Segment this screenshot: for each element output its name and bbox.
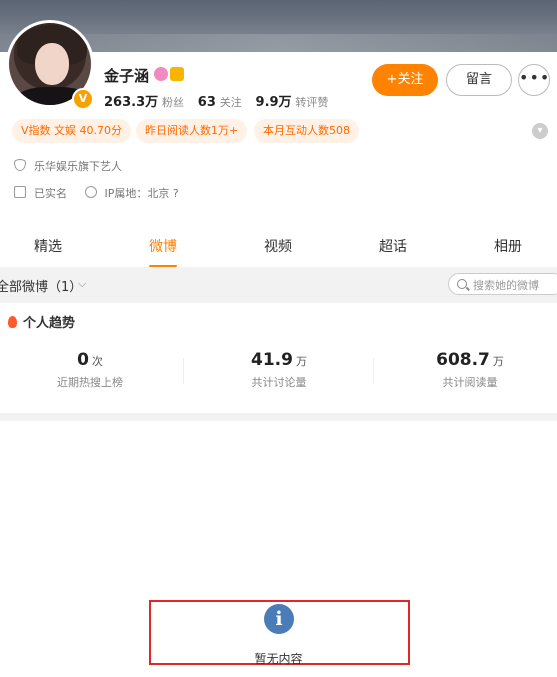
fire-icon	[8, 316, 17, 328]
follow-button[interactable]: +关注	[372, 64, 438, 96]
stat-reads: 608.7 万 共计阅读量	[415, 350, 525, 390]
feed-filter-bar: 全部微博（1） ⌵ 搜索她的微博	[0, 267, 557, 303]
profile-name: 金子涵	[104, 67, 150, 85]
divider	[183, 358, 184, 384]
tab-video[interactable]: 视频	[264, 229, 292, 267]
tag-v-index[interactable]: V指数 文娱 40.70分	[12, 119, 132, 143]
likes-count: 9.9万	[255, 95, 292, 110]
chevron-down-icon[interactable]: ▾	[532, 123, 548, 139]
stat-value: 608.7	[436, 350, 490, 370]
tab-featured[interactable]: 精选	[34, 229, 62, 267]
more-options-button[interactable]: •••	[518, 64, 550, 96]
following-count[interactable]: 63	[198, 95, 216, 110]
identity-info: 已实名 IP属地：北京 ?	[14, 185, 179, 201]
trend-title-text: 个人趋势	[23, 316, 76, 331]
all-weibo-filter[interactable]: 全部微博（1）	[0, 276, 82, 295]
stat-unit: 万	[295, 355, 307, 368]
search-icon	[457, 279, 467, 289]
crown-icon[interactable]	[170, 67, 184, 81]
empty-state-message: 暂无内容	[254, 652, 303, 666]
stat-value: 41.9	[251, 350, 293, 370]
stat-hot-search: 0次 近期热搜上榜	[40, 350, 140, 390]
stat-discussions: 41.9 万 共计讨论量	[229, 350, 329, 390]
trend-title: 个人趋势	[8, 312, 75, 331]
tag-daily-readers[interactable]: 昨日阅读人数1万+	[136, 119, 248, 143]
tab-album[interactable]: 相册	[494, 229, 522, 267]
stat-value: 0	[77, 350, 89, 370]
profile-tabs: 精选 微博 视频 超话 相册	[0, 229, 557, 268]
message-button[interactable]: 留言	[446, 64, 512, 96]
info-icon: i	[264, 604, 294, 634]
ip-location-text: IP属地：北京 ?	[104, 187, 179, 200]
likes-label: 转评赞	[295, 96, 329, 109]
followers-count[interactable]: 263.3万	[104, 95, 158, 110]
verified-text: 已实名	[34, 187, 67, 200]
tab-super-topic[interactable]: 超话	[379, 229, 407, 267]
tag-monthly-interactions[interactable]: 本月互动人数508	[254, 119, 359, 143]
super-fan-icon[interactable]	[154, 67, 168, 81]
verified-badge-icon: V	[72, 88, 94, 110]
search-placeholder: 搜索她的微博	[473, 279, 539, 292]
search-input[interactable]: 搜索她的微博	[448, 273, 557, 295]
followers-label: 粉丝	[161, 96, 184, 109]
avatar-face	[35, 43, 69, 85]
stat-caption: 近期热搜上榜	[57, 376, 123, 389]
agency-text: 乐华娱乐旗下艺人	[34, 160, 122, 173]
stat-caption: 共计阅读量	[442, 376, 498, 389]
stat-caption: 共计讨论量	[251, 376, 307, 389]
section-divider	[0, 413, 557, 421]
stat-unit: 万	[492, 355, 504, 368]
shield-icon	[14, 159, 26, 171]
agency-info: 乐华娱乐旗下艺人	[14, 158, 122, 174]
following-label: 关注	[219, 96, 242, 109]
divider	[373, 358, 374, 384]
ip-icon	[84, 186, 97, 198]
profile-stats: 263.3万 粉丝 63 关注 9.9万 转评赞	[104, 91, 338, 110]
stat-unit: 次	[91, 355, 103, 368]
id-card-icon	[14, 186, 26, 198]
tab-weibo[interactable]: 微博	[149, 229, 177, 267]
chevron-down-icon[interactable]: ⌵	[78, 277, 86, 291]
